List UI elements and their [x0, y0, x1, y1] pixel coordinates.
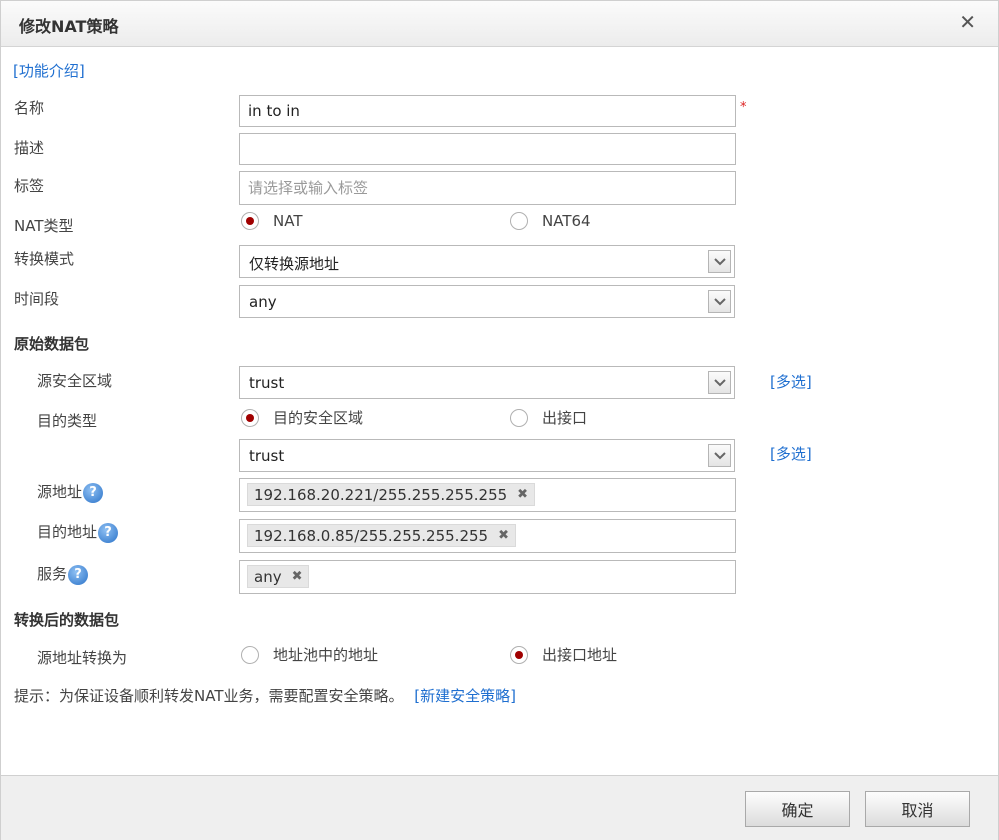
radio-selected-icon [510, 645, 528, 664]
dest-type-label: 目的类型 [37, 412, 98, 430]
tag-text: 192.168.20.221/255.255.255.255 [254, 485, 508, 504]
name-label: 名称 [14, 99, 45, 117]
radio-label: 目的安全区域 [273, 409, 364, 427]
chevron-down-icon[interactable] [708, 290, 731, 313]
tags-input[interactable] [239, 171, 736, 205]
source-zone-label: 源安全区域 [37, 372, 113, 390]
radio-unselected-icon [510, 212, 528, 230]
radio-label: NAT [273, 212, 303, 230]
source-address-tag: 192.168.20.221/255.255.255.255 ✖ [247, 483, 536, 506]
dest-address-tag-input[interactable]: 192.168.0.85/255.255.255.255 ✖ [239, 519, 736, 553]
hint-text: 提示：为保证设备顺利转发NAT业务，需要配置安全策略。 [14, 687, 404, 705]
description-input[interactable] [239, 133, 736, 165]
select-value: trust [249, 447, 285, 465]
dest-type-radio-interface[interactable]: 出接口 [510, 407, 587, 428]
radio-selected-icon [241, 212, 259, 230]
source-address-label: 源地址? [37, 481, 104, 503]
source-zone-multi-select-link[interactable]: [多选] [770, 371, 812, 392]
radio-unselected-icon [241, 645, 259, 664]
source-address-tag-input[interactable]: 192.168.20.221/255.255.255.255 ✖ [239, 478, 736, 512]
radio-unselected-icon [510, 408, 528, 427]
service-label: 服务? [37, 563, 89, 585]
nat-type-radio-nat64[interactable]: NAT64 [510, 212, 591, 230]
help-icon[interactable]: ? [68, 564, 89, 585]
dest-zone-select[interactable]: trust [239, 439, 735, 472]
required-mark: * [740, 100, 747, 115]
radio-label: 出接口地址 [542, 646, 618, 664]
dest-type-radio-zone[interactable]: 目的安全区域 [241, 407, 363, 428]
service-tag: any ✖ [247, 565, 310, 588]
hint-line: 提示：为保证设备顺利转发NAT业务，需要配置安全策略。 [新建安全策略] [14, 685, 516, 706]
help-icon[interactable]: ? [83, 482, 104, 503]
remove-tag-icon[interactable]: ✖ [292, 569, 303, 584]
tag-text: any [254, 567, 282, 586]
tag-text: 192.168.0.85/255.255.255.255 [254, 526, 489, 545]
remove-tag-icon[interactable]: ✖ [498, 528, 509, 543]
select-value: trust [249, 374, 285, 392]
remove-tag-icon[interactable]: ✖ [517, 487, 528, 502]
dest-zone-multi-select-link[interactable]: [多选] [770, 443, 812, 464]
feature-intro-link[interactable]: [功能介绍] [13, 60, 85, 81]
radio-label: 地址池中的地址 [273, 646, 379, 664]
dialog-titlebar: 修改NAT策略 ✕ [1, 1, 998, 47]
nat-type-radio-nat[interactable]: NAT [241, 212, 302, 230]
new-security-policy-link[interactable]: [新建安全策略] [414, 687, 516, 705]
convert-mode-select[interactable]: 仅转换源地址 [239, 245, 735, 278]
cancel-button[interactable]: 取消 [865, 791, 970, 827]
dest-address-label-text: 目的地址 [37, 523, 98, 541]
service-label-text: 服务 [37, 565, 68, 583]
help-icon[interactable]: ? [98, 522, 119, 543]
chevron-down-icon[interactable] [708, 371, 731, 394]
service-tag-input[interactable]: any ✖ [239, 560, 736, 594]
name-input[interactable] [239, 95, 736, 127]
source-zone-select[interactable]: trust [239, 366, 735, 399]
dialog-footer: 确定 取消 [1, 775, 998, 840]
source-translate-radio-interface[interactable]: 出接口地址 [510, 644, 617, 665]
translated-packet-heading: 转换后的数据包 [14, 611, 120, 629]
time-range-label: 时间段 [14, 290, 60, 308]
nat-policy-dialog: 修改NAT策略 ✕ [功能介绍] 名称 * 描述 标签 NAT类型 NAT NA… [0, 0, 999, 840]
source-address-label-text: 源地址 [37, 483, 83, 501]
convert-mode-label: 转换模式 [14, 250, 75, 268]
dest-address-label: 目的地址? [37, 521, 119, 543]
source-translate-label: 源地址转换为 [37, 649, 128, 667]
time-range-select[interactable]: any [239, 285, 735, 318]
radio-selected-icon [241, 408, 259, 427]
ok-button[interactable]: 确定 [745, 791, 850, 827]
close-icon[interactable]: ✕ [959, 11, 976, 33]
dialog-title: 修改NAT策略 [19, 17, 119, 36]
select-value: any [249, 293, 277, 311]
nat-type-label: NAT类型 [14, 217, 74, 235]
radio-label: 出接口 [542, 409, 588, 427]
tags-label: 标签 [14, 177, 45, 195]
source-translate-radio-pool[interactable]: 地址池中的地址 [241, 644, 378, 665]
chevron-down-icon[interactable] [708, 250, 731, 273]
dest-address-tag: 192.168.0.85/255.255.255.255 ✖ [247, 524, 516, 547]
radio-label: NAT64 [542, 212, 591, 230]
select-value: 仅转换源地址 [249, 255, 340, 273]
chevron-down-icon[interactable] [708, 444, 731, 467]
description-label: 描述 [14, 139, 45, 157]
original-packet-heading: 原始数据包 [14, 335, 90, 353]
